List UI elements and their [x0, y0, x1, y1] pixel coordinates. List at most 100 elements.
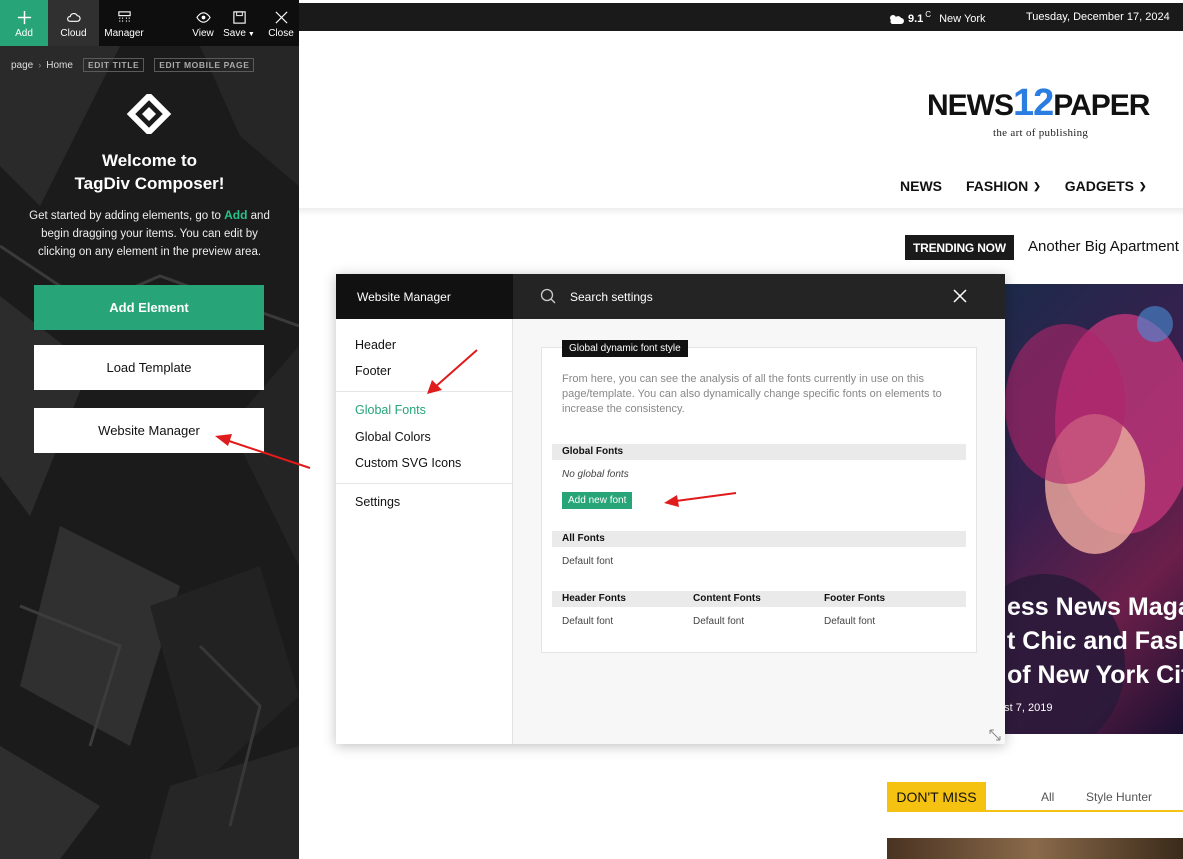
- sidebar-item-custom-svg-icons[interactable]: Custom SVG Icons: [355, 456, 461, 470]
- tab-all[interactable]: All: [1041, 790, 1054, 804]
- cloud-icon: [67, 13, 81, 22]
- hero-headline[interactable]: ess News Maga t Chic and Fash of New Yor…: [1007, 590, 1183, 692]
- toolbar-view-button[interactable]: View: [188, 0, 218, 46]
- toolbar-manager-label: Manager: [104, 28, 144, 39]
- all-fonts-value: Default font: [562, 556, 614, 567]
- nav-item-fashion[interactable]: FASHION ❯: [966, 178, 1041, 194]
- trending-headline[interactable]: Another Big Apartment: [1028, 238, 1179, 255]
- website-manager-modal: Website Manager Header Footer Global Fon…: [336, 274, 1005, 744]
- sidebar-item-header[interactable]: Header: [355, 338, 396, 352]
- toolbar-add-button[interactable]: Add: [0, 0, 48, 46]
- trending-badge: TRENDING NOW: [905, 235, 1014, 260]
- search-icon: [540, 288, 556, 304]
- site-logo[interactable]: NEWS12PAPER: [927, 82, 1150, 127]
- tagdiv-logo-icon: [126, 94, 172, 134]
- breadcrumb: page › Home EDIT TITLE EDIT MOBILE PAGE: [11, 58, 255, 72]
- sidebar-item-settings[interactable]: Settings: [355, 495, 400, 509]
- cloud-sun-icon: [890, 14, 904, 24]
- resize-icon[interactable]: [988, 728, 1002, 742]
- logo-part-2: PAPER: [1053, 89, 1150, 122]
- website-manager-button[interactable]: Website Manager: [34, 408, 264, 453]
- dont-miss-underline: [986, 810, 1183, 812]
- header-fonts-heading: Header Fonts: [562, 593, 626, 604]
- intro-text: Get started by adding elements, go to Ad…: [22, 206, 277, 261]
- sidebar-item-global-fonts[interactable]: Global Fonts: [355, 403, 426, 417]
- weather-temp: 9.1: [908, 12, 924, 25]
- toolbar-close-label: Close: [268, 28, 294, 39]
- toolbar-save-label: Save: [223, 28, 246, 39]
- logo-number: 12: [1013, 82, 1054, 124]
- hero-date: ust 7, 2019: [998, 702, 1053, 714]
- intro-text-before: Get started by adding elements, go to: [29, 210, 225, 222]
- nav-item-news[interactable]: NEWS: [900, 178, 942, 194]
- toolbar-view-label: View: [192, 28, 214, 39]
- content-fonts-value: Default font: [693, 616, 745, 627]
- font-groups-header: Header Fonts Content Fonts Footer Fonts: [552, 591, 966, 607]
- dont-miss-label: DON'T MISS: [887, 782, 986, 812]
- nav-item-gadgets[interactable]: GADGETS ❯: [1065, 178, 1147, 194]
- welcome-heading: Welcome to TagDiv Composer!: [0, 149, 299, 195]
- footer-fonts-value: Default font: [824, 616, 876, 627]
- close-icon: [274, 11, 288, 24]
- nav-item-label: FASHION: [966, 178, 1029, 194]
- nav-shadow: [299, 208, 1183, 216]
- global-fonts-header: Global Fonts: [552, 444, 966, 460]
- composer-toolbar: Add Cloud Manager View Save ▼ Close: [0, 0, 299, 46]
- all-fonts-header: All Fonts: [552, 531, 966, 547]
- modal-search-bar: [513, 274, 1005, 319]
- tab-style-hunter[interactable]: Style Hunter: [1086, 790, 1152, 804]
- footer-fonts-heading: Footer Fonts: [824, 593, 886, 604]
- hero-headline-line-3: of New York Cit: [1007, 661, 1183, 689]
- nav-item-label: GADGETS: [1064, 178, 1135, 194]
- nav-item-label: NEWS: [900, 178, 942, 194]
- search-settings-input[interactable]: [570, 287, 930, 307]
- chevron-down-icon: ❯: [1139, 180, 1147, 191]
- sidebar-item-global-colors[interactable]: Global Colors: [355, 430, 431, 444]
- composer-panel: Add Cloud Manager View Save ▼ Close page …: [0, 0, 299, 859]
- eye-icon: [195, 12, 211, 23]
- header-fonts-value: Default font: [562, 616, 614, 627]
- modal-sidebar: Header Footer Global Fonts Global Colors…: [336, 319, 513, 744]
- intro-add-link[interactable]: Add: [224, 208, 247, 222]
- chevron-down-icon: ❯: [1033, 180, 1041, 191]
- weather-widget: 9.1 C New York: [887, 10, 986, 27]
- sidebar-divider: [336, 483, 513, 484]
- site-tagline: the art of publishing: [993, 127, 1089, 139]
- card-tag: Global dynamic font style: [562, 340, 688, 357]
- sidebar-item-footer[interactable]: Footer: [355, 364, 391, 378]
- site-topbar: 9.1 C New York Tuesday, December 17, 202…: [299, 3, 1183, 31]
- load-template-button[interactable]: Load Template: [34, 345, 264, 390]
- card-description: From here, you can see the analysis of a…: [562, 373, 942, 415]
- global-fonts-empty: No global fonts: [562, 469, 629, 480]
- breadcrumb-root[interactable]: page: [11, 60, 33, 71]
- add-element-button[interactable]: Add Element: [34, 285, 264, 330]
- add-new-font-button[interactable]: Add new font: [562, 492, 633, 509]
- close-icon[interactable]: [953, 289, 967, 303]
- sidebar-divider: [336, 391, 513, 392]
- toolbar-manager-button[interactable]: Manager: [99, 0, 149, 46]
- toolbar-save-button[interactable]: Save ▼: [222, 0, 256, 46]
- welcome-line-2: TagDiv Composer!: [74, 174, 225, 193]
- weather-unit: C: [925, 10, 932, 19]
- weather-city: New York: [939, 12, 986, 25]
- article-thumbnail[interactable]: [887, 838, 1183, 859]
- hero-headline-line-2: t Chic and Fash: [1007, 627, 1183, 655]
- edit-title-button[interactable]: EDIT TITLE: [82, 58, 145, 72]
- edit-mobile-page-button[interactable]: EDIT MOBILE PAGE: [154, 58, 255, 72]
- toolbar-cloud-button[interactable]: Cloud: [48, 0, 99, 46]
- content-fonts-heading: Content Fonts: [693, 593, 761, 604]
- toolbar-add-label: Add: [15, 28, 33, 39]
- breadcrumb-current: Home: [46, 59, 73, 71]
- main-navigation: NEWS FASHION ❯ GADGETS ❯: [900, 178, 1171, 194]
- hero-headline-line-1: ess News Maga: [1007, 593, 1183, 621]
- save-icon: [232, 11, 246, 24]
- logo-part-1: NEWS: [927, 89, 1014, 122]
- manager-icon: [117, 11, 131, 24]
- global-fonts-card: Global dynamic font style From here, you…: [541, 340, 977, 653]
- chevron-right-icon: ›: [38, 60, 42, 70]
- plus-icon: [17, 10, 31, 25]
- site-date: Tuesday, December 17, 2024: [1026, 11, 1170, 23]
- chevron-down-icon: ▼: [247, 31, 255, 38]
- modal-title: Website Manager: [336, 274, 513, 319]
- toolbar-close-button[interactable]: Close: [264, 0, 298, 46]
